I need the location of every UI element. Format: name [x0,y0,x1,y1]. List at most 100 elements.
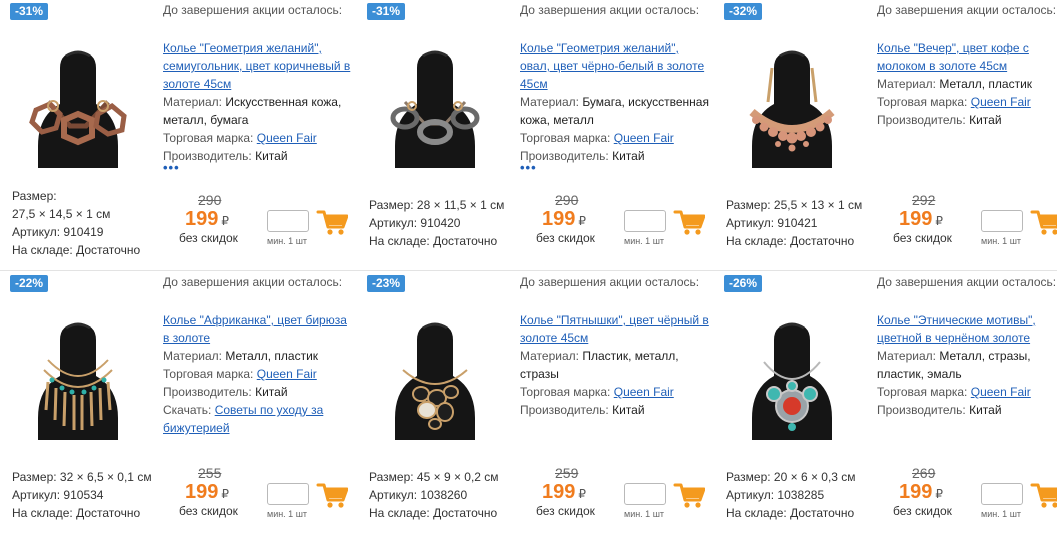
currency-sign: ₽ [578,214,587,228]
manufacturer-value: Китай [255,149,288,163]
price-value: 199 [542,481,576,503]
add-to-cart-icon[interactable] [1030,481,1057,509]
min-qty-label: мин. 1 шт [981,236,1022,246]
min-qty-label: мин. 1 шт [267,236,308,246]
no-discount-label: без скидок [179,231,238,245]
brand-label: Торговая марка: [877,385,968,399]
price-value: 199 [185,208,219,230]
manufacturer-value: Китай [969,113,1002,127]
manufacturer-value: Китай [969,403,1002,417]
necklace-ethnic-pendant-icon[interactable] [722,300,862,440]
necklace-beads-coffee-icon[interactable] [722,28,862,168]
discount-badge: -26% [724,275,763,292]
product-meta: Размер: 25,5 × 13 × 1 см Артикул: 910421… [726,196,881,250]
article-value: 910421 [777,216,818,230]
material-label: Материал: [520,95,579,109]
product-title-link[interactable]: Колье "Геометрия желаний", овал, цвет чё… [520,41,704,91]
stock-value: Достаточно [790,234,855,248]
add-to-cart-icon[interactable] [673,481,705,509]
quantity-input[interactable] [267,210,309,232]
product-info: Колье "Пятнышки", цвет чёрный в золоте 4… [520,311,710,419]
old-price: 269 [912,465,936,481]
add-to-cart-icon[interactable] [316,208,348,236]
material-label: Материал: [163,349,222,363]
product-meta: Размер: 45 × 9 × 0,2 см Артикул: 1038260… [369,468,524,522]
product-title-link[interactable]: Колье "Вечер", цвет кофе с молоком в зол… [877,41,1029,73]
product-meta: Размер: 32 × 6,5 × 0,1 см Артикул: 91053… [12,468,167,522]
product-title-link[interactable]: Колье "Этнические мотивы", цветной в чер… [877,313,1036,345]
quantity-input[interactable] [624,483,666,505]
countdown-label: До завершения акции осталось: [163,275,343,289]
brand-label: Торговая марка: [163,131,254,145]
stock-value: Достаточно [433,234,498,248]
necklace-octagon-brown-icon[interactable] [8,28,148,168]
add-to-cart-icon[interactable] [316,481,348,509]
quantity-input[interactable] [624,210,666,232]
discount-badge: -23% [367,275,406,292]
material-label: Материал: [877,349,936,363]
size-value: 25,5 × 13 × 1 см [773,198,863,212]
price-value: 199 [542,208,576,230]
old-price: 259 [555,465,579,481]
size-value: 32 × 6,5 × 0,1 см [59,470,152,484]
necklace-fringe-turquoise-icon[interactable] [8,300,148,440]
product-title-link[interactable]: Колье "Пятнышки", цвет чёрный в золоте 4… [520,313,709,345]
necklace-spots-black-icon[interactable] [365,300,505,440]
price-value: 199 [899,481,933,503]
product-card: -31% До завершения акции осталось: Колье… [0,0,356,272]
discount-badge: -31% [10,3,49,20]
article-value: 910419 [63,225,104,239]
add-to-cart-icon[interactable] [1030,208,1057,236]
product-title-link[interactable]: Колье "Геометрия желаний", семиугольник,… [163,41,350,91]
size-value: 28 × 11,5 × 1 см [416,198,505,212]
manufacturer-label: Производитель: [877,113,966,127]
article-label: Артикул: [369,488,418,502]
brand-link[interactable]: Queen Fair [257,367,317,381]
article-label: Артикул: [726,216,775,230]
countdown-label: До завершения акции осталось: [520,3,700,17]
quantity-input[interactable] [981,210,1023,232]
stock-label: На складе: [369,234,430,248]
product-title-link[interactable]: Колье "Африканка", цвет бирюза в золоте [163,313,347,345]
more-dots-button[interactable]: ••• [163,161,180,174]
discount-badge: -31% [367,3,406,20]
product-info: Колье "Африканка", цвет бирюза в золоте … [163,311,353,437]
manufacturer-label: Производитель: [877,403,966,417]
product-info: Колье "Геометрия желаний", овал, цвет чё… [520,39,710,165]
brand-link[interactable]: Queen Fair [614,131,674,145]
no-discount-label: без скидок [536,504,595,518]
article-value: 910420 [420,216,461,230]
add-to-cart-icon[interactable] [673,208,705,236]
stock-value: Достаточно [790,506,855,520]
article-value: 910534 [63,488,104,502]
price: 199 ₽ [899,208,943,231]
brand-label: Торговая марка: [520,131,611,145]
article-value: 1038260 [420,488,468,502]
old-price: 292 [912,192,936,208]
download-label: Скачать: [163,403,212,417]
brand-link[interactable]: Queen Fair [614,385,674,399]
currency-sign: ₽ [221,214,230,228]
material-value: Металл, пластик [225,349,319,363]
manufacturer-label: Производитель: [163,385,252,399]
product-meta: Размер: 27,5 × 14,5 × 1 см Артикул: 9104… [12,187,167,259]
brand-link[interactable]: Queen Fair [971,385,1031,399]
size-label: Размер: [726,198,771,212]
necklace-oval-black-white-icon[interactable] [365,28,505,168]
price: 199 ₽ [542,208,586,231]
stock-value: Достаточно [76,243,141,257]
product-card: -32% До завершения акции осталось: Колье… [714,0,1057,272]
manufacturer-value: Китай [255,385,288,399]
article-label: Артикул: [12,225,61,239]
more-dots-button[interactable]: ••• [520,161,537,174]
brand-link[interactable]: Queen Fair [257,131,317,145]
product-meta: Размер: 28 × 11,5 × 1 см Артикул: 910420… [369,196,524,250]
quantity-input[interactable] [267,483,309,505]
stock-label: На складе: [12,506,73,520]
article-value: 1038285 [777,488,825,502]
price: 199 ₽ [542,481,586,504]
countdown-label: До завершения акции осталось: [163,3,343,17]
brand-link[interactable]: Queen Fair [971,95,1031,109]
size-label: Размер: [12,470,57,484]
quantity-input[interactable] [981,483,1023,505]
